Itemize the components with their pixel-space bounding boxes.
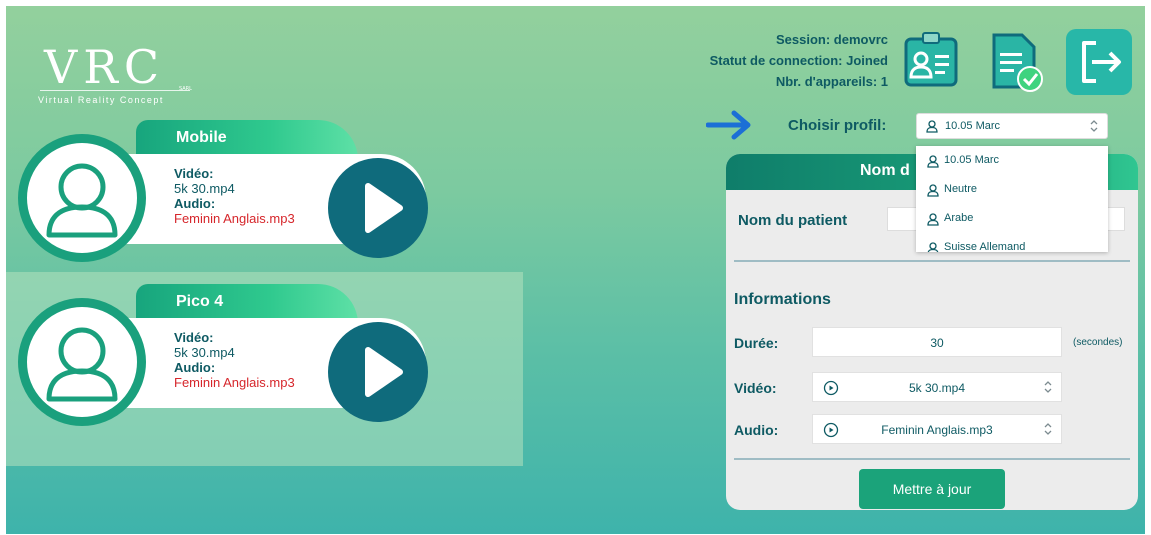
audio-value: Feminin Anglais.mp3 bbox=[174, 375, 295, 390]
session-status: Session: demovrc Statut de connection: J… bbox=[656, 29, 888, 92]
profile-select-value: 10.05 Marc bbox=[945, 120, 1001, 132]
profile-option[interactable]: Neutre bbox=[916, 177, 1108, 205]
connection-status: Statut de connection: Joined bbox=[709, 53, 888, 68]
duration-value: 30 bbox=[930, 336, 944, 350]
arrow-right-icon bbox=[705, 110, 752, 144]
play-icon bbox=[365, 347, 403, 397]
audio-value: Feminin Anglais.mp3 bbox=[174, 211, 295, 226]
duration-unit: (secondes) bbox=[1073, 337, 1123, 348]
session-name: Session: demovrc bbox=[776, 32, 888, 47]
audio-select-value: Feminin Anglais.mp3 bbox=[881, 423, 993, 437]
video-label: Vidéo: bbox=[734, 380, 777, 396]
update-button[interactable]: Mettre à jour bbox=[859, 469, 1005, 509]
device-info: Vidéo: 5k 30.mp4 Audio: Feminin Anglais.… bbox=[174, 330, 295, 390]
profile-option[interactable]: Suisse Allemand bbox=[916, 235, 1108, 252]
device-info: Vidéo: 5k 30.mp4 Audio: Feminin Anglais.… bbox=[174, 166, 295, 226]
chevron-updown-icon bbox=[1044, 381, 1052, 393]
profile-select[interactable]: 10.05 Marc bbox=[916, 113, 1108, 139]
video-value: 5k 30.mp4 bbox=[174, 181, 235, 196]
logo-subtitle: Virtual Reality Concept bbox=[38, 95, 164, 105]
choose-profile-label: Choisir profil: bbox=[788, 117, 887, 134]
device-name: Pico 4 bbox=[176, 293, 224, 310]
user-icon bbox=[927, 155, 939, 168]
logo-mark: SARL bbox=[179, 86, 192, 92]
logout-icon[interactable] bbox=[1066, 29, 1132, 95]
logo-letters: VRC bbox=[44, 40, 166, 94]
device-card-mobile[interactable]: Mobile Vidéo: 5k 30.mp4 Audio: Feminin A… bbox=[16, 120, 436, 270]
profile-option-label: Arabe bbox=[944, 212, 974, 224]
patient-name-label: Nom du patient bbox=[738, 212, 848, 229]
divider bbox=[734, 458, 1130, 460]
play-icon bbox=[365, 183, 403, 233]
id-card-icon[interactable] bbox=[898, 29, 964, 95]
vrc-logo: VRC SARL Virtual Reality Concept bbox=[36, 40, 196, 110]
app-screen: VRC SARL Virtual Reality Concept Mobile … bbox=[6, 6, 1145, 534]
audio-label: Audio: bbox=[174, 360, 216, 375]
video-label: Vidéo: bbox=[174, 330, 214, 345]
informations-title: Informations bbox=[734, 291, 831, 308]
user-icon bbox=[926, 120, 938, 133]
user-avatar-icon bbox=[18, 134, 146, 262]
document-check-icon[interactable] bbox=[982, 29, 1048, 95]
panel-title: Nom d bbox=[860, 162, 910, 179]
profile-option[interactable]: 10.05 Marc bbox=[916, 148, 1108, 176]
play-button[interactable] bbox=[328, 322, 428, 422]
profile-option-label: 10.05 Marc bbox=[944, 154, 1000, 166]
user-avatar-icon bbox=[18, 298, 146, 426]
profile-option-label: Neutre bbox=[944, 183, 978, 195]
chevron-updown-icon bbox=[1090, 120, 1098, 132]
video-select-value: 5k 30.mp4 bbox=[908, 381, 966, 395]
chevron-updown-icon bbox=[1044, 423, 1052, 435]
audio-label: Audio: bbox=[174, 196, 216, 211]
play-button[interactable] bbox=[328, 158, 428, 258]
profile-option-label: Suisse Allemand bbox=[944, 241, 1026, 252]
audio-label: Audio: bbox=[734, 422, 779, 438]
audio-select[interactable]: Feminin Anglais.mp3 bbox=[812, 414, 1062, 444]
divider bbox=[734, 260, 1130, 262]
profile-option[interactable]: Arabe bbox=[916, 206, 1108, 234]
video-value: 5k 30.mp4 bbox=[174, 345, 235, 360]
video-label: Vidéo: bbox=[174, 166, 214, 181]
profile-dropdown-list: 10.05 Marc Neutre Arabe Suisse Allemand bbox=[916, 146, 1108, 252]
device-card-pico4[interactable]: Pico 4 Vidéo: 5k 30.mp4 Audio: Feminin A… bbox=[16, 284, 436, 434]
device-count: Nbr. d'appareils: 1 bbox=[775, 74, 888, 89]
video-select[interactable]: 5k 30.mp4 bbox=[812, 372, 1062, 402]
user-icon bbox=[927, 213, 939, 226]
duration-input[interactable]: 30 bbox=[812, 327, 1062, 357]
user-icon bbox=[927, 184, 939, 197]
device-name: Mobile bbox=[176, 129, 227, 146]
logo-underline bbox=[40, 90, 190, 91]
user-icon bbox=[927, 242, 939, 252]
duration-label: Durée: bbox=[734, 335, 779, 351]
